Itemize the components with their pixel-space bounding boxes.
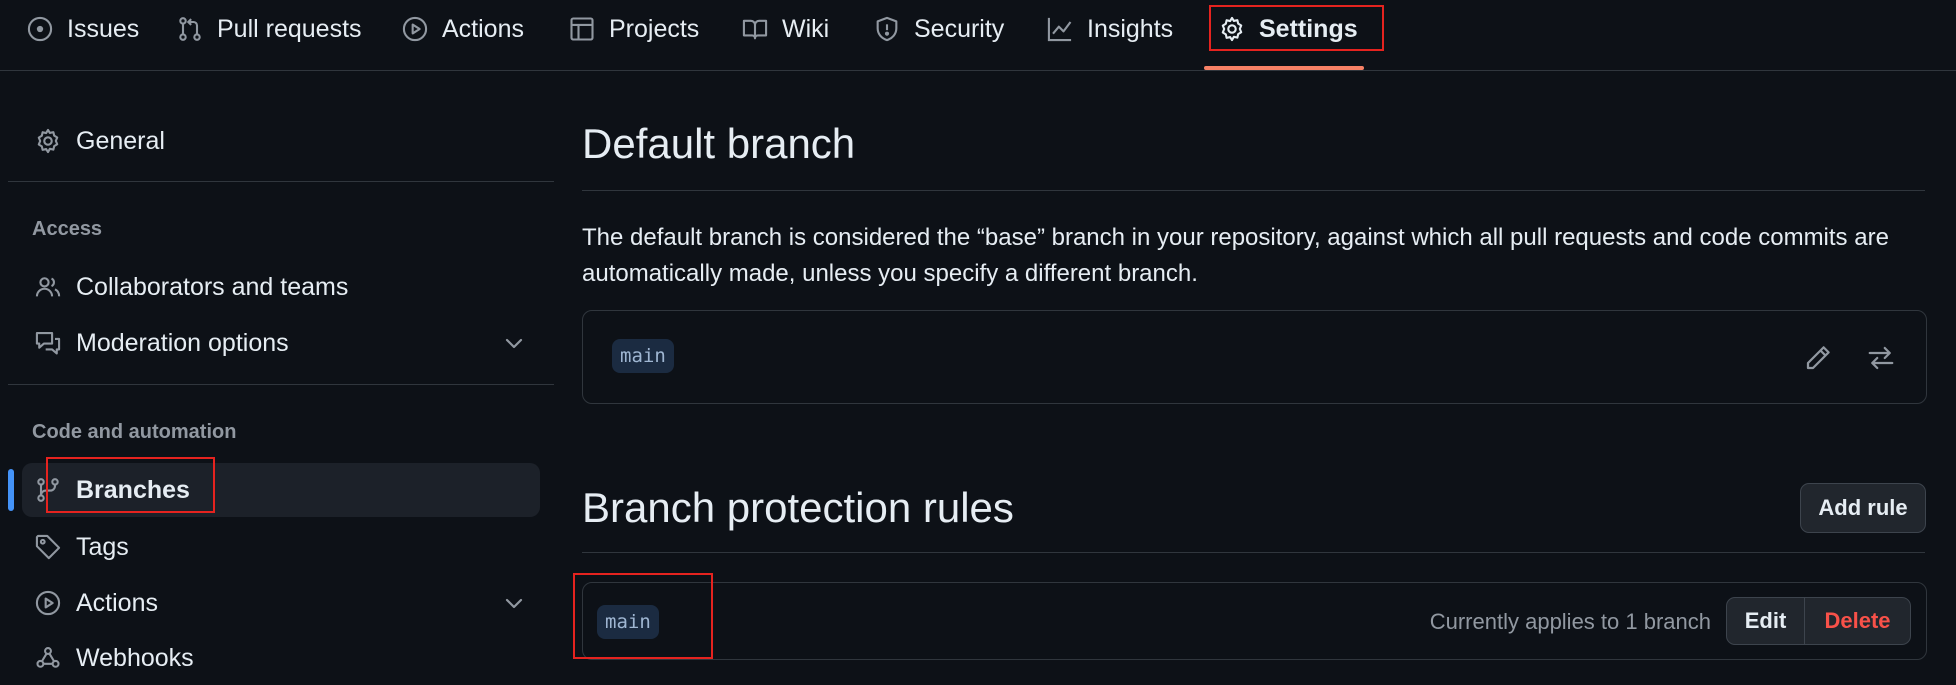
section-divider	[582, 190, 1925, 191]
sidebar-item-branches[interactable]: Branches	[22, 463, 540, 517]
graph-icon	[1046, 15, 1074, 43]
edit-rule-button[interactable]: Edit	[1727, 598, 1805, 644]
tab-label: Insights	[1087, 14, 1174, 43]
section-title-default-branch: Default branch	[582, 120, 856, 167]
play-circle-icon	[34, 589, 62, 617]
sidebar-divider	[8, 384, 554, 385]
delete-rule-button[interactable]: Delete	[1805, 598, 1910, 644]
issue-circle-icon	[26, 15, 54, 43]
tab-label: Projects	[609, 14, 700, 43]
tab-security[interactable]: Security	[873, 0, 1004, 58]
active-item-indicator	[8, 469, 14, 511]
sidebar-item-label: Collaborators and teams	[76, 272, 349, 301]
tab-issues[interactable]: Issues	[26, 0, 139, 58]
section-divider	[582, 552, 1925, 553]
rule-applies-text: Currently applies to 1 branch	[1429, 609, 1711, 634]
pull-request-icon	[176, 15, 204, 43]
sidebar-item-label: Branches	[76, 475, 190, 504]
section-title-branch-protection: Branch protection rules	[582, 484, 1014, 531]
sidebar-item-general[interactable]: General	[22, 114, 540, 168]
tab-actions[interactable]: Actions	[401, 0, 524, 58]
tab-pull-requests[interactable]: Pull requests	[176, 0, 362, 58]
default-branch-box: main	[582, 310, 1927, 404]
rule-branch-pattern: main	[597, 605, 659, 639]
tab-wiki[interactable]: Wiki	[741, 0, 829, 58]
repo-tab-nav: Issues Pull requests Actions Projects Wi…	[0, 0, 1956, 71]
book-icon	[741, 15, 769, 43]
sidebar-heading-code-automation: Code and automation	[32, 421, 237, 443]
gear-icon	[34, 127, 62, 155]
sidebar-divider	[8, 181, 554, 182]
sidebar-item-collaborators[interactable]: Collaborators and teams	[22, 260, 540, 314]
switch-arrows-icon[interactable]	[1866, 343, 1896, 373]
tab-label: Security	[914, 14, 1005, 43]
tab-label: Actions	[442, 14, 524, 43]
sidebar-item-tags[interactable]: Tags	[22, 520, 540, 574]
tab-label: Wiki	[782, 14, 830, 43]
tab-label: Settings	[1259, 14, 1358, 43]
tab-label: Pull requests	[217, 14, 362, 43]
tab-insights[interactable]: Insights	[1046, 0, 1173, 58]
rule-actions-group: Edit Delete	[1726, 597, 1911, 645]
table-icon	[568, 15, 596, 43]
chevron-down-icon[interactable]	[502, 331, 526, 355]
pencil-icon[interactable]	[1803, 343, 1833, 373]
sidebar-item-label: Tags	[76, 532, 129, 561]
sidebar-heading-access: Access	[32, 218, 103, 240]
people-icon	[34, 273, 62, 301]
default-branch-description: The default branch is considered the “ba…	[582, 224, 1889, 287]
sidebar-item-moderation[interactable]: Moderation options	[22, 316, 540, 370]
default-branch-name: main	[612, 339, 674, 373]
tab-label: Issues	[67, 14, 140, 43]
sidebar-item-label: Moderation options	[76, 328, 289, 357]
webhook-icon	[34, 644, 62, 672]
tag-icon	[34, 533, 62, 561]
sidebar-item-webhooks[interactable]: Webhooks	[22, 631, 540, 685]
sidebar-item-label: Actions	[76, 588, 158, 617]
chevron-down-icon[interactable]	[502, 591, 526, 615]
tab-settings[interactable]: Settings	[1218, 0, 1358, 58]
shield-icon	[873, 15, 901, 43]
sidebar-item-label: General	[76, 126, 165, 155]
comment-discussion-icon	[34, 329, 62, 357]
play-circle-icon	[401, 15, 429, 43]
sidebar-item-label: Webhooks	[76, 643, 194, 672]
active-tab-underline	[1204, 66, 1364, 70]
sidebar-item-actions[interactable]: Actions	[22, 576, 540, 630]
add-rule-button[interactable]: Add rule	[1800, 483, 1926, 533]
gear-icon	[1218, 15, 1246, 43]
tab-projects[interactable]: Projects	[568, 0, 699, 58]
git-branch-icon	[34, 476, 62, 504]
